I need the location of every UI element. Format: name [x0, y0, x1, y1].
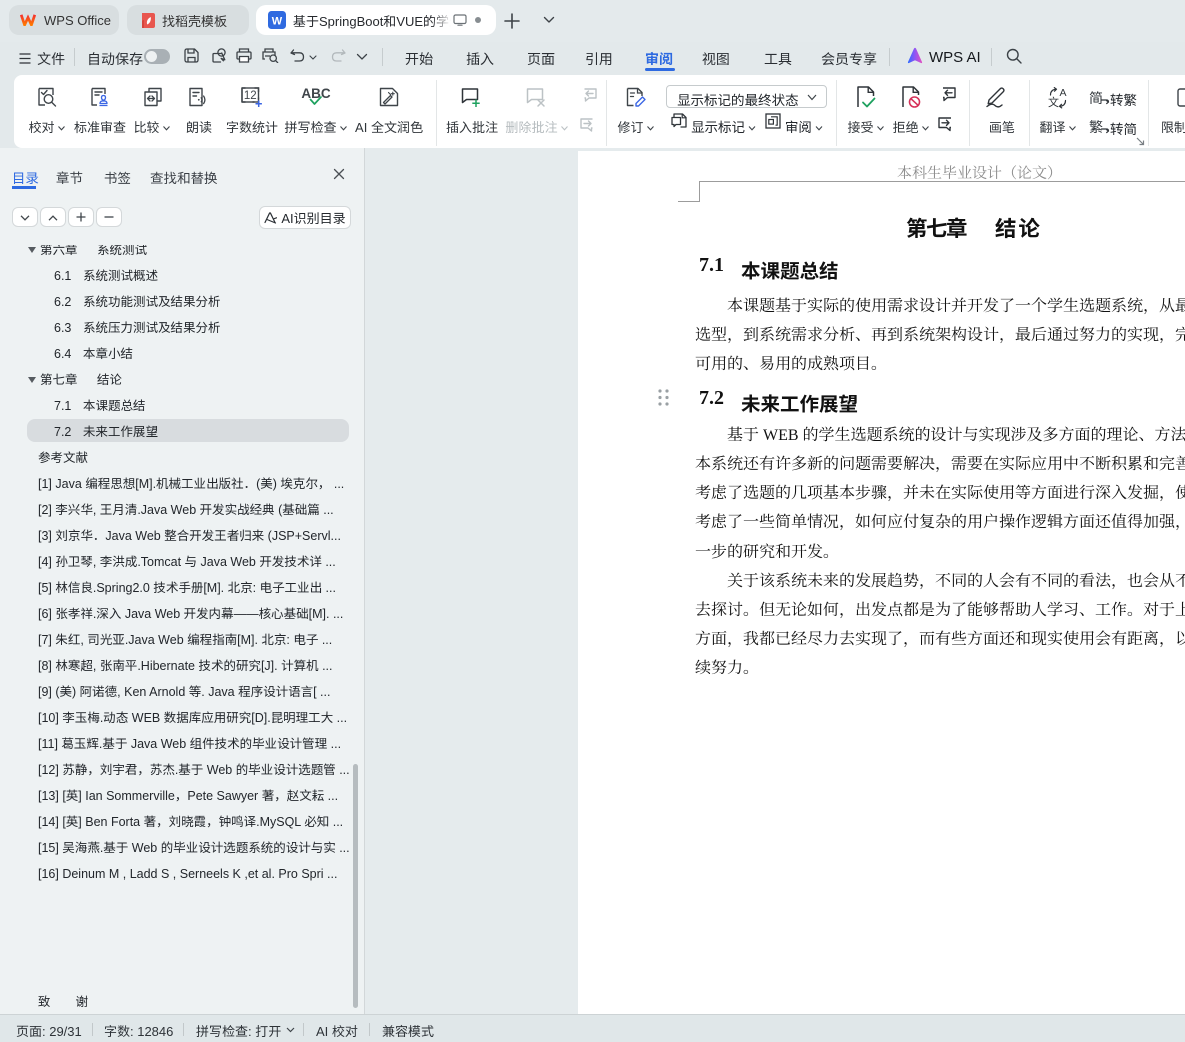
svg-text:W: W — [272, 16, 283, 28]
svg-text:A: A — [1060, 87, 1067, 99]
svg-text:文: 文 — [1048, 95, 1059, 109]
svg-text:12: 12 — [244, 90, 257, 102]
svg-text:ABC: ABC — [301, 86, 330, 101]
